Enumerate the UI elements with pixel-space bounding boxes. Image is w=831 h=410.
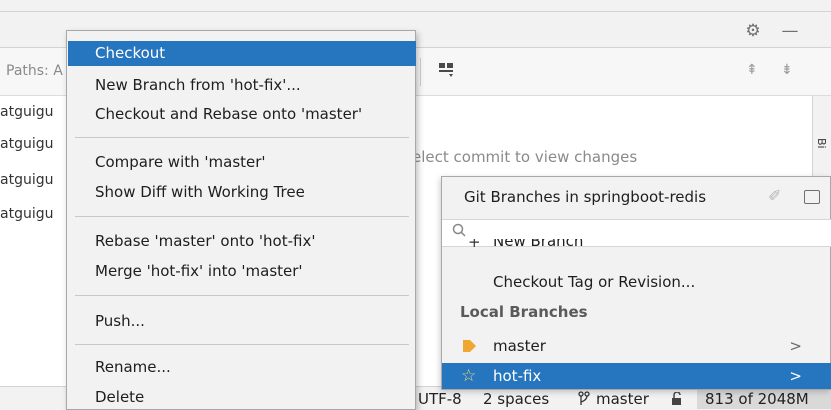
layout-icon[interactable] <box>438 62 456 78</box>
menu-item-merge[interactable]: Merge 'hot-fix' into 'master' <box>68 259 416 284</box>
toolbar-separator <box>420 58 421 86</box>
pin-icon[interactable]: ✐ <box>768 186 781 205</box>
log-row-author[interactable]: atguigu <box>0 172 53 188</box>
menu-separator <box>75 137 409 138</box>
menu-item-new-branch[interactable]: New Branch from 'hot-fix'... <box>68 73 416 98</box>
encoding-widget[interactable]: UTF-8 <box>418 390 462 408</box>
new-branch-label: New Branch <box>493 239 584 250</box>
plus-icon: + <box>468 239 481 251</box>
details-empty-text: elect commit to view changes <box>412 148 638 166</box>
search-icon <box>452 223 466 237</box>
popup-title: Git Branches in springboot-redis <box>464 188 707 206</box>
star-icon: ☆ <box>461 366 477 386</box>
side-tab-label[interactable]: Bi <box>815 138 828 149</box>
branch-item-hot-fix[interactable]: ☆ hot-fix > <box>442 363 831 389</box>
new-branch-action[interactable]: + New Branch <box>442 239 831 257</box>
branch-item-master[interactable]: master > <box>442 333 831 359</box>
menu-separator <box>75 216 409 217</box>
top-strip <box>0 0 831 12</box>
menu-separator <box>75 344 409 345</box>
git-branches-popup: Git Branches in springboot-redis ✐ + New… <box>441 176 831 390</box>
expand-all-icon[interactable]: ⇞ <box>746 62 758 78</box>
branch-icon <box>578 391 590 405</box>
menu-separator <box>75 295 409 296</box>
gear-icon[interactable]: ⚙ <box>744 22 762 40</box>
paths-filter[interactable]: Paths: A <box>6 63 63 79</box>
menu-item-push[interactable]: Push... <box>68 309 416 334</box>
menu-item-rename[interactable]: Rename... <box>68 355 416 380</box>
menu-item-rebase[interactable]: Rebase 'master' onto 'hot-fix' <box>68 229 416 254</box>
menu-item-delete[interactable]: Delete <box>68 385 416 410</box>
menu-item-checkout[interactable]: Checkout <box>68 41 416 66</box>
minimize-icon[interactable]: — <box>781 22 799 40</box>
branch-name: master <box>493 337 546 355</box>
menu-item-show-diff[interactable]: Show Diff with Working Tree <box>68 180 416 205</box>
restore-window-icon[interactable] <box>804 190 820 204</box>
local-branches-header: Local Branches <box>460 303 588 321</box>
lock-icon[interactable] <box>670 392 686 406</box>
chevron-right-icon: > <box>789 367 802 385</box>
branch-name: hot-fix <box>493 367 542 385</box>
menu-item-compare[interactable]: Compare with 'master' <box>68 150 416 175</box>
tag-icon <box>463 340 476 352</box>
indent-widget[interactable]: 2 spaces <box>483 390 549 408</box>
checkout-tag-label: Checkout Tag or Revision... <box>493 273 696 291</box>
log-row-author[interactable]: atguigu <box>0 136 53 152</box>
collapse-all-icon[interactable]: ⇟ <box>781 62 793 78</box>
log-row-author[interactable]: atguigu <box>0 206 53 222</box>
chevron-right-icon: > <box>789 337 802 355</box>
memory-indicator[interactable]: 813 of 2048M <box>705 390 809 408</box>
menu-item-checkout-rebase[interactable]: Checkout and Rebase onto 'master' <box>68 102 416 127</box>
checkout-tag-action[interactable]: Checkout Tag or Revision... <box>442 269 831 295</box>
branch-context-menu: Checkout New Branch from 'hot-fix'... Ch… <box>66 30 416 410</box>
log-row-author[interactable]: atguigu <box>0 104 53 120</box>
branch-widget[interactable]: master <box>596 390 649 408</box>
